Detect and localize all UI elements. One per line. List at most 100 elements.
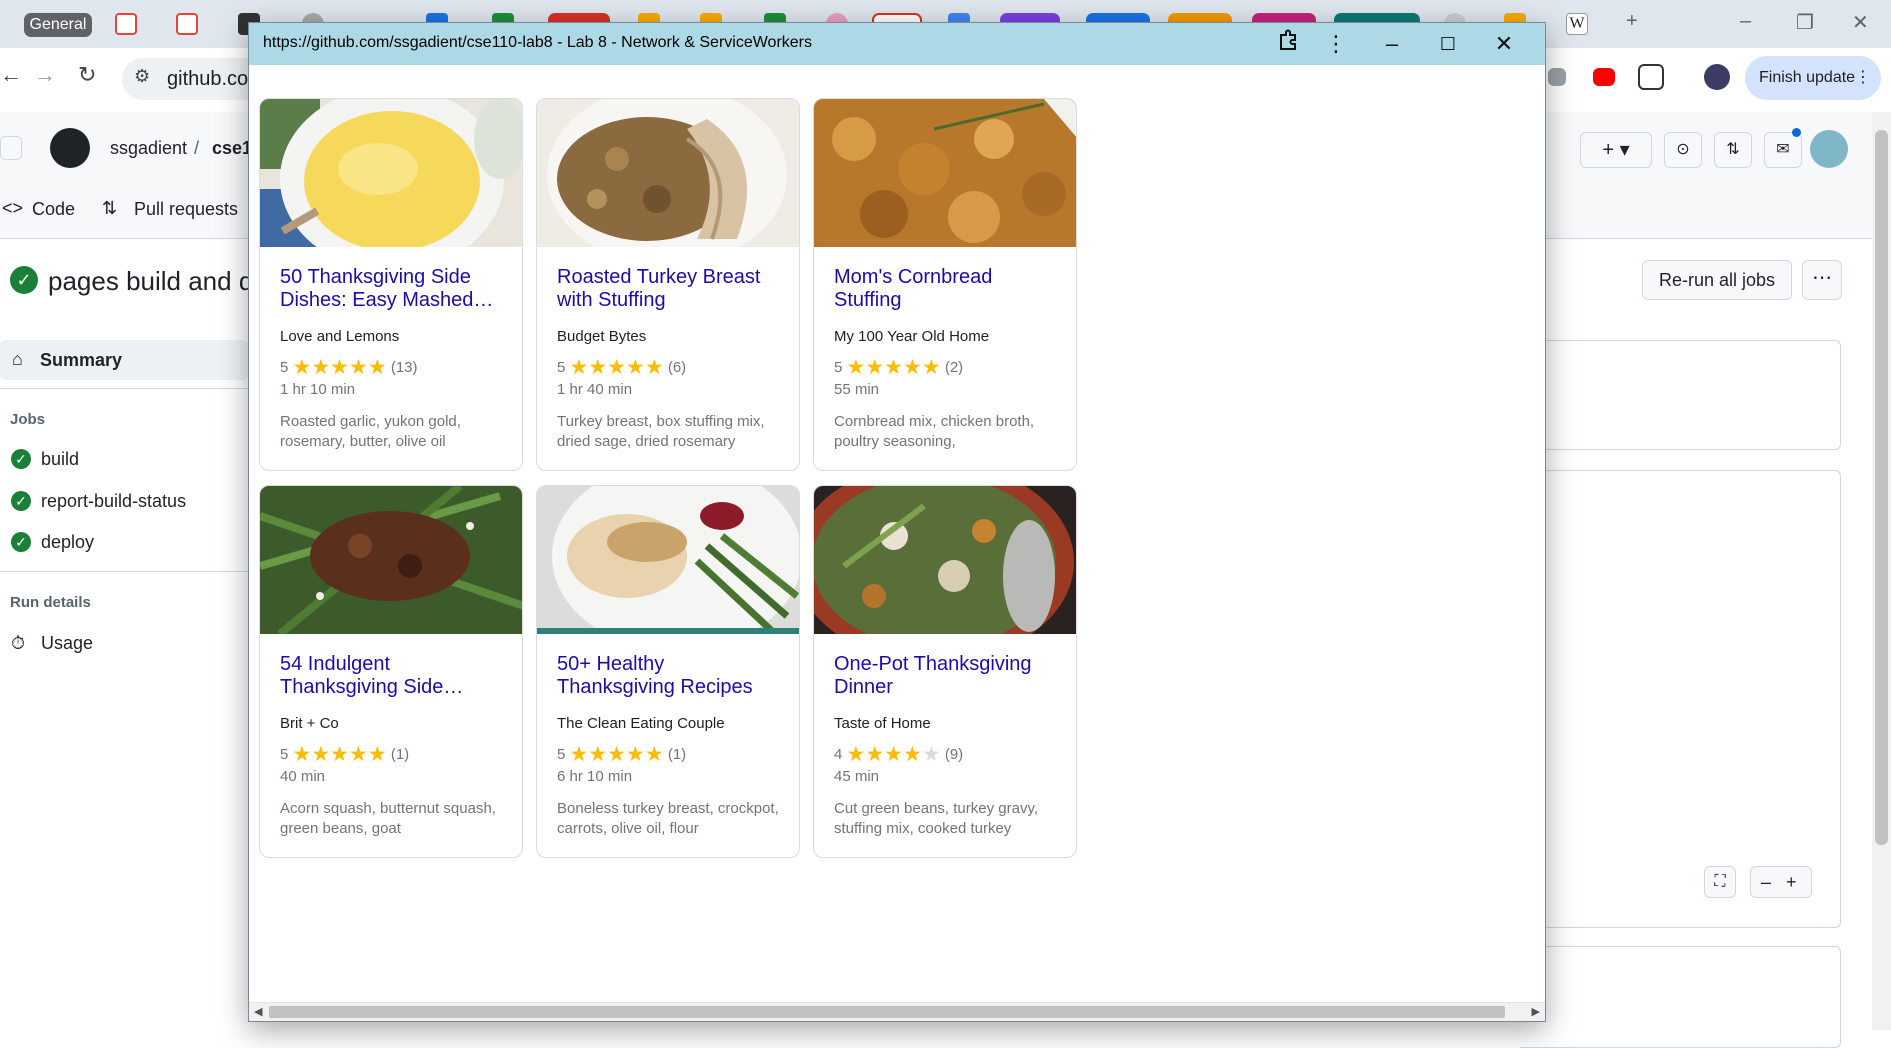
inbox-icon[interactable]: ✉ (1764, 132, 1802, 168)
job-build[interactable]: build (41, 449, 79, 470)
hamburger-menu-icon[interactable] (0, 136, 22, 160)
rating-count: (1) (390, 746, 410, 763)
turkey-stuffing-photo (537, 99, 799, 247)
recipe-ingredients: Acorn squash, butternut squash, green be… (280, 800, 496, 837)
recipe-card[interactable]: Mom's Cornbread Stuffing My 100 Year Old… (813, 98, 1077, 471)
job-deploy[interactable]: deploy (41, 532, 94, 553)
more-icon: ⋮ (1855, 69, 1871, 86)
recipe-source: Taste of Home (834, 715, 931, 732)
camera-icon[interactable] (1548, 68, 1566, 86)
scroll-left-arrow-icon[interactable]: ◀ (254, 1005, 262, 1018)
fullscreen-icon[interactable]: ⛶ (1704, 866, 1736, 898)
rerun-all-jobs-button[interactable]: Re-run all jobs (1642, 260, 1792, 300)
more-options-button[interactable]: ⋯ (1802, 260, 1842, 300)
profile-avatar[interactable] (1704, 64, 1730, 90)
recipe-title-link[interactable]: One-Pot Thanksgiving Dinner (834, 653, 1062, 699)
user-avatar[interactable] (1810, 130, 1848, 168)
star-filled-icon: ★ (367, 356, 387, 379)
recipe-page: 50 Thanksgiving Side Dishes: Easy Mashed… (249, 65, 1545, 1021)
rating-value: 5 (557, 746, 566, 763)
close-window-icon[interactable]: ✕ (1852, 10, 1869, 35)
recipe-time: 1 hr 10 min (280, 381, 356, 398)
pull-requests-icon[interactable]: ⇅ (1714, 132, 1752, 168)
reload-icon[interactable]: ↻ (78, 62, 96, 88)
new-tab-button[interactable]: + (1626, 10, 1638, 33)
summary-nav-item[interactable] (0, 340, 248, 380)
gmail-tab-icon[interactable] (115, 13, 137, 35)
breadcrumb-owner[interactable]: ssgadient (110, 138, 187, 159)
job-success-icon: ✓ (11, 532, 31, 552)
popup-titlebar[interactable]: https://github.com/ssgadient/cse110-lab8… (249, 23, 1545, 65)
extensions-icon[interactable] (1273, 29, 1303, 59)
recipe-title-link[interactable]: Roasted Turkey Breast with Stuffing (557, 266, 785, 312)
restore-window-icon[interactable]: ❐ (1796, 10, 1814, 35)
more-menu-icon[interactable]: ⋮ (1321, 29, 1351, 59)
nav-code-tab[interactable]: Code (32, 199, 75, 220)
recipe-card[interactable]: One-Pot Thanksgiving Dinner Taste of Hom… (813, 485, 1077, 858)
zoom-out-button[interactable]: – + (1750, 866, 1812, 898)
sidebar-divider (0, 571, 248, 572)
star-filled-icon: ★ (349, 356, 368, 379)
horizontal-scrollbar[interactable]: ◀ ▶ (249, 1002, 1545, 1021)
star-filled-icon: ★ (292, 356, 312, 379)
star-rating-icons: ★★★★★ (847, 356, 941, 379)
run-success-icon: ✓ (10, 266, 38, 294)
minimize-window-icon[interactable]: – (1740, 10, 1751, 33)
page-scrollbar-thumb[interactable] (1875, 130, 1888, 845)
popup-window: https://github.com/ssgadient/cse110-lab8… (248, 22, 1546, 1022)
recipe-card[interactable]: 50 Thanksgiving Side Dishes: Easy Mashed… (259, 98, 523, 471)
star-filled-icon: ★ (865, 356, 885, 379)
recipe-title-link[interactable]: 50 Thanksgiving Side Dishes: Easy Mashed… (280, 266, 508, 312)
recipe-ingredients: Roasted garlic, yukon gold, rosemary, bu… (280, 413, 461, 450)
back-icon[interactable]: ← (0, 62, 22, 88)
recipe-ingredients: Turkey breast, box stuffing mix, dried s… (557, 413, 765, 450)
tab-group-general[interactable]: General (24, 13, 92, 37)
maximize-icon[interactable]: ☐ (1433, 29, 1463, 59)
rerun-label: Re-run all jobs (1658, 270, 1776, 290)
star-filled-icon: ★ (311, 356, 331, 379)
job-report-build-status[interactable]: report-build-status (41, 491, 186, 512)
recipe-card[interactable]: 50+ Healthy Thanksgiving Recipes The Cle… (536, 485, 800, 858)
scroll-right-arrow-icon[interactable]: ▶ (1532, 1005, 1540, 1018)
close-icon[interactable]: ✕ (1489, 29, 1519, 59)
star-rating-icons: ★★★★★ (570, 743, 664, 766)
recipe-source: My 100 Year Old Home (834, 328, 990, 345)
nav-pull-requests-tab[interactable]: Pull requests (134, 199, 238, 220)
recipe-rating: 5 ★★★★★ (6) (557, 355, 686, 380)
gmail-tab-icon[interactable] (176, 13, 198, 35)
finish-update-button[interactable]: Finish update ⋮ (1745, 56, 1881, 100)
recipe-title-link[interactable]: 54 Indulgent Thanksgiving Side… (280, 653, 508, 699)
star-rating-icons: ★★★★★ (293, 743, 387, 766)
popup-url-title: https://github.com/ssgadient/cse110-lab8… (263, 34, 812, 51)
rating-value: 5 (834, 359, 843, 376)
cornbread-stuffing-photo (814, 99, 1076, 247)
recipe-title-link[interactable]: Mom's Cornbread Stuffing (834, 266, 1062, 312)
workflow-graph-panel (1520, 470, 1841, 928)
extensions-icon[interactable] (1638, 64, 1664, 90)
star-filled-icon: ★ (884, 356, 903, 379)
youtube-extension-icon[interactable] (1593, 68, 1615, 86)
minimize-icon[interactable]: – (1377, 29, 1407, 59)
create-new-button[interactable]: + ▾ (1580, 132, 1652, 168)
site-info-icon[interactable]: ⚙ (134, 66, 150, 87)
horizontal-scrollbar-thumb[interactable] (269, 1006, 1505, 1018)
github-logo[interactable] (50, 128, 90, 168)
jobs-heading: Jobs (10, 411, 46, 428)
recipe-title-link[interactable]: 50+ Healthy Thanksgiving Recipes (557, 653, 785, 699)
star-rating-icons: ★★★★★ (847, 743, 941, 766)
home-icon: ⌂ (12, 349, 23, 369)
recipe-card[interactable]: Roasted Turkey Breast with Stuffing Budg… (536, 98, 800, 471)
wikipedia-tab-icon[interactable]: W (1566, 13, 1588, 35)
star-filled-icon: ★ (884, 743, 903, 766)
star-filled-icon: ★ (349, 743, 368, 766)
pull-request-icon: ⇅ (102, 198, 118, 218)
forward-icon[interactable]: → (34, 62, 56, 88)
recipe-card[interactable]: 54 Indulgent Thanksgiving Side… Brit + C… (259, 485, 523, 858)
usage-link[interactable]: Usage (41, 633, 93, 654)
recipe-source: The Clean Eating Couple (557, 715, 725, 732)
run-title: pages build and d (48, 266, 254, 296)
artifacts-panel (1520, 946, 1841, 1048)
turkey-plate-photo (537, 486, 799, 634)
one-pot-dinner-photo (814, 486, 1076, 634)
issues-icon[interactable]: ⊙ (1664, 132, 1702, 168)
